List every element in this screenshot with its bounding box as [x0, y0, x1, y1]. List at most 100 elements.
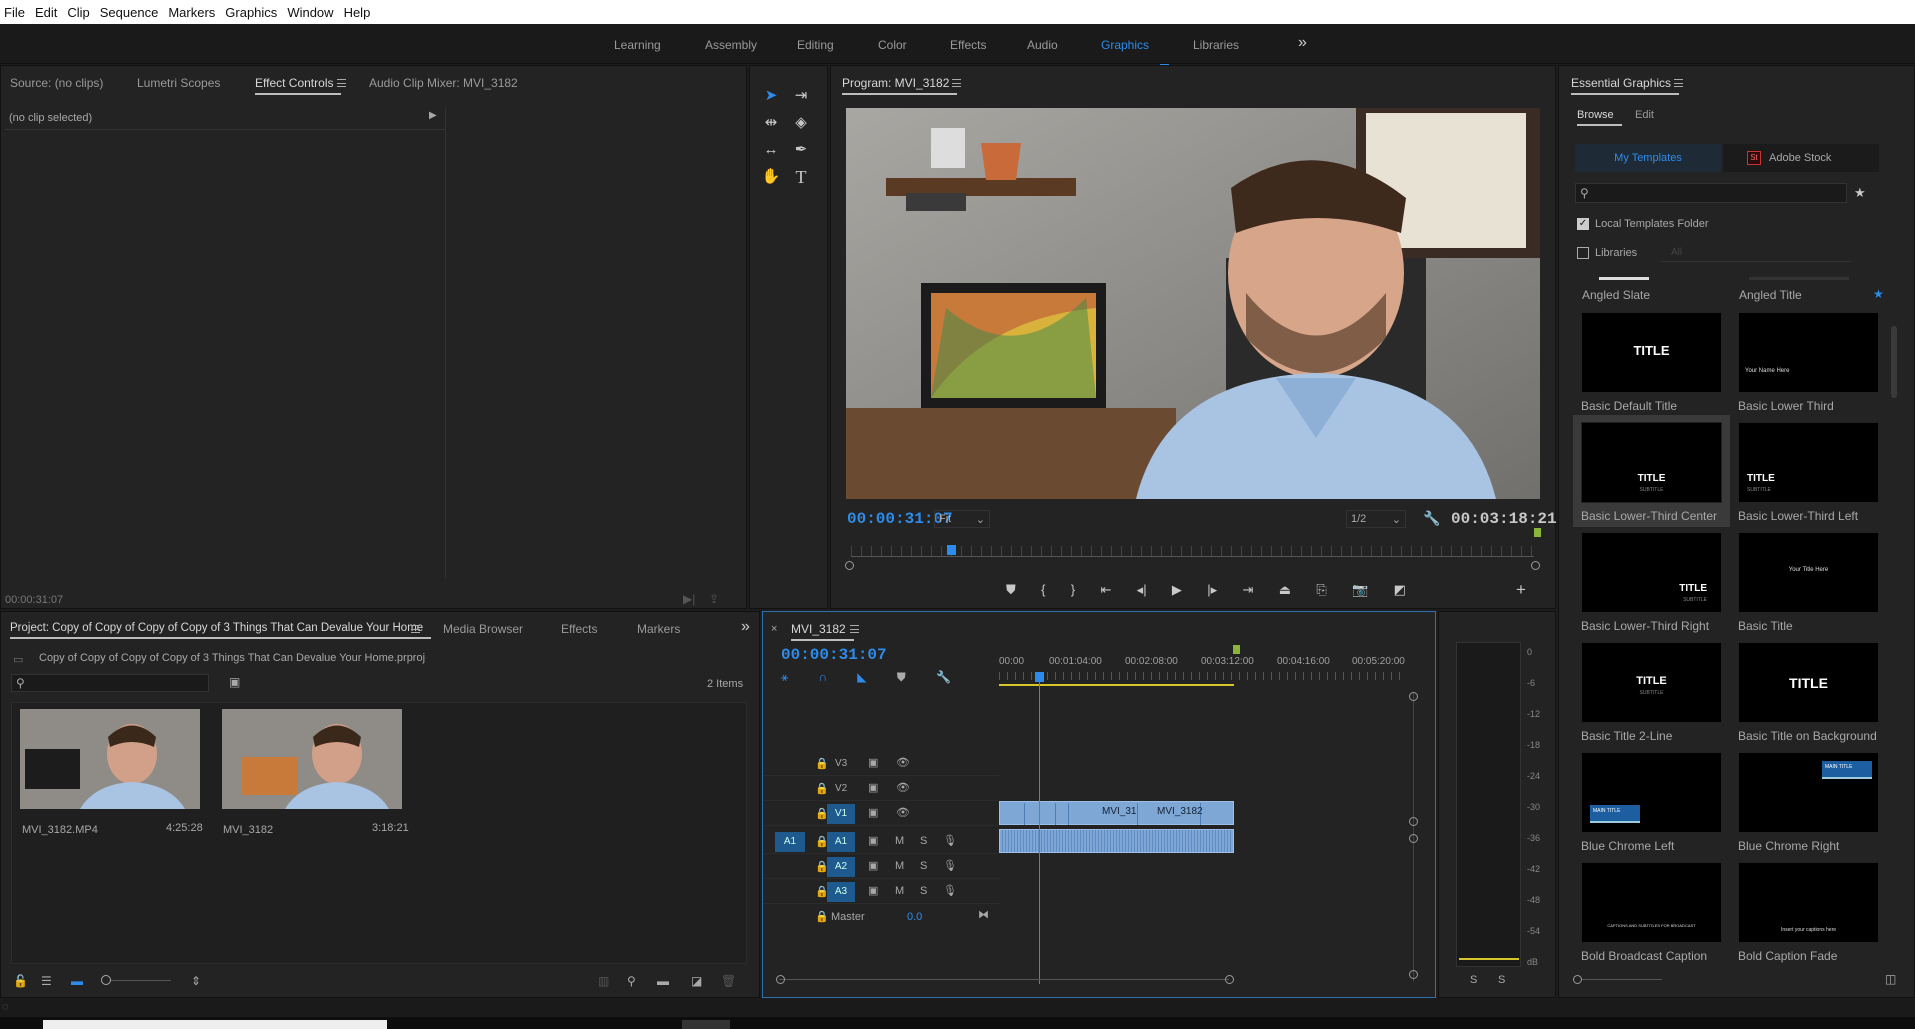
template-basic-lower-third-left[interactable]: TITLE SUBTITLE [1738, 422, 1879, 503]
list-view-icon[interactable]: ☰ [41, 974, 52, 988]
zoom-handle-left[interactable] [776, 975, 785, 984]
template-bold-broadcast-caption[interactable]: CAPTIONS AND SUBTITLES FOR BROADCAST [1581, 862, 1722, 943]
linked-selection-icon[interactable]: ◣ [857, 670, 866, 685]
sync-lock-icon[interactable]: ▣ [868, 806, 878, 819]
tab-markers[interactable]: Markers [637, 622, 680, 636]
nest-icon[interactable]: ⚹ [781, 670, 788, 685]
template-basic-title[interactable]: Your Title Here [1738, 532, 1879, 613]
track-label[interactable]: A3 [827, 882, 855, 902]
panel-menu-icon[interactable] [337, 79, 346, 87]
automate-icon[interactable]: ▥ [598, 974, 609, 988]
workspace-learning[interactable]: Learning [614, 38, 661, 52]
workspace-audio[interactable]: Audio [1027, 38, 1058, 52]
mute-button[interactable]: M [895, 860, 904, 872]
template-basic-default-title[interactable]: TITLE [1581, 312, 1722, 393]
ripple-edit-tool-icon[interactable]: ⇹ [760, 112, 782, 134]
tab-effect-controls[interactable]: Effect Controls [255, 76, 343, 95]
go-to-out-icon[interactable]: ⇥ [1242, 582, 1253, 602]
program-scrubber[interactable] [851, 556, 1534, 557]
template-basic-lower-third-center[interactable]: TITLE SUBTITLE [1581, 422, 1722, 503]
project-item-name[interactable]: MVI_3182 [223, 824, 273, 836]
program-video-frame[interactable] [846, 108, 1540, 499]
template-blue-chrome-right[interactable]: MAIN TITLE [1738, 752, 1879, 833]
eye-icon[interactable]: 👁 [896, 806, 910, 819]
thumb-size-slider[interactable] [1582, 979, 1662, 980]
sync-lock-icon[interactable]: ▣ [868, 756, 878, 769]
play-icon[interactable]: ▶ [1172, 582, 1182, 602]
step-forward-icon[interactable]: |▸ [1207, 582, 1217, 602]
trash-icon[interactable]: 🗑 [721, 974, 736, 988]
mark-out-icon[interactable]: } [1071, 582, 1075, 602]
expand-arrow-icon[interactable]: ▶ [429, 110, 437, 121]
track-label[interactable]: A2 [827, 857, 855, 877]
zoom-handle-right[interactable] [1531, 561, 1540, 570]
step-back-icon[interactable]: ◂| [1137, 582, 1147, 602]
taskbar-app-button[interactable] [682, 1020, 730, 1029]
new-search-bin-icon[interactable]: ▣ [229, 675, 240, 689]
local-templates-checkbox[interactable]: ✓ [1577, 218, 1589, 230]
template-search-input[interactable]: ⚲ [1575, 183, 1847, 203]
sync-lock-icon[interactable]: ▣ [868, 834, 878, 847]
hand-tool-icon[interactable]: ✋ [760, 166, 782, 188]
microphone-icon[interactable]: 🎙 [943, 834, 957, 847]
panel-overflow-icon[interactable]: » [741, 618, 750, 636]
export-frame-icon[interactable]: 📷 [1352, 582, 1368, 602]
razor-tool-icon[interactable]: ◈ [790, 112, 812, 134]
timeline-playhead-handle[interactable] [1035, 672, 1044, 682]
new-item-icon[interactable]: ◪ [691, 974, 702, 988]
template-blue-chrome-left[interactable]: MAIN TITLE [1581, 752, 1722, 833]
menu-edit[interactable]: Edit [31, 5, 63, 20]
solo-right-button[interactable]: S [1498, 974, 1505, 986]
bowtie-icon[interactable]: ⧓ [978, 908, 989, 921]
render-icon[interactable]: ▶| [683, 592, 695, 606]
video-clip[interactable]: MVI_31 MVI_3182 [999, 801, 1234, 825]
tab-lumetri-scopes[interactable]: Lumetri Scopes [137, 76, 220, 90]
project-search-input[interactable]: ⚲ [11, 674, 209, 692]
program-title[interactable]: Program: MVI_3182 [842, 76, 958, 95]
tab-audio-clip-mixer[interactable]: Audio Clip Mixer: MVI_3182 [369, 76, 518, 90]
solo-left-button[interactable]: S [1470, 974, 1477, 986]
microphone-icon[interactable]: 🎙 [943, 859, 957, 872]
horizontal-scrollbar[interactable] [779, 979, 1229, 980]
template-basic-lower-third-right[interactable]: TITLE SUBTITLE [1581, 532, 1722, 613]
menu-sequence[interactable]: Sequence [96, 5, 165, 20]
my-templates-button[interactable]: My Templates [1575, 144, 1721, 172]
timeline-settings-icon[interactable]: 🔧 [936, 670, 951, 685]
track-label[interactable]: V1 [827, 804, 855, 824]
fit-dropdown[interactable]: Fit ⌄ [934, 510, 990, 528]
zoom-handle-right[interactable] [1225, 975, 1234, 984]
icon-view-icon[interactable]: ▬ [71, 974, 83, 988]
resolution-dropdown[interactable]: 1/2 ⌄ [1346, 510, 1406, 528]
menu-window[interactable]: Window [283, 5, 339, 20]
sync-lock-icon[interactable]: ▣ [868, 884, 878, 897]
work-area-bar[interactable] [999, 684, 1234, 686]
new-layer-icon[interactable]: ◫ [1885, 972, 1896, 986]
templates-scrollbar[interactable] [1891, 326, 1897, 398]
timeline-tab[interactable]: MVI_3182 [791, 622, 854, 641]
lock-icon[interactable]: 🔒 [815, 910, 829, 923]
workspace-editing[interactable]: Editing [797, 38, 834, 52]
new-bin-icon[interactable]: ▬ [657, 974, 669, 988]
program-menu-icon[interactable] [952, 79, 961, 87]
scroll-handle[interactable] [1409, 970, 1418, 979]
workspace-color[interactable]: Color [878, 38, 907, 52]
program-playhead[interactable] [947, 545, 956, 555]
tab-effects[interactable]: Effects [561, 622, 597, 636]
template-basic-title-2-line[interactable]: TITLE SUBTITLE [1581, 642, 1722, 723]
project-item-thumb[interactable] [20, 709, 200, 809]
lock-icon[interactable]: 🔓 [13, 974, 28, 988]
taskbar-search-box[interactable] [43, 1020, 387, 1029]
menu-graphics[interactable]: Graphics [221, 5, 283, 20]
template-bold-caption-fade[interactable]: Insert your captions here [1738, 862, 1879, 943]
eye-icon[interactable]: 👁 [896, 756, 910, 769]
project-item-name[interactable]: MVI_3182.MP4 [22, 824, 98, 836]
tab-browse[interactable]: Browse [1577, 109, 1622, 126]
essential-menu-icon[interactable] [1674, 79, 1683, 87]
favorite-star-icon[interactable]: ★ [1873, 287, 1884, 301]
project-menu-icon[interactable] [411, 625, 420, 633]
add-marker-icon[interactable]: ⛊ [1006, 582, 1016, 602]
workspace-overflow-icon[interactable]: » [1298, 34, 1307, 52]
solo-button[interactable]: S [920, 835, 927, 847]
thumb-size-handle[interactable] [1573, 975, 1582, 984]
workspace-effects[interactable]: Effects [950, 38, 986, 52]
